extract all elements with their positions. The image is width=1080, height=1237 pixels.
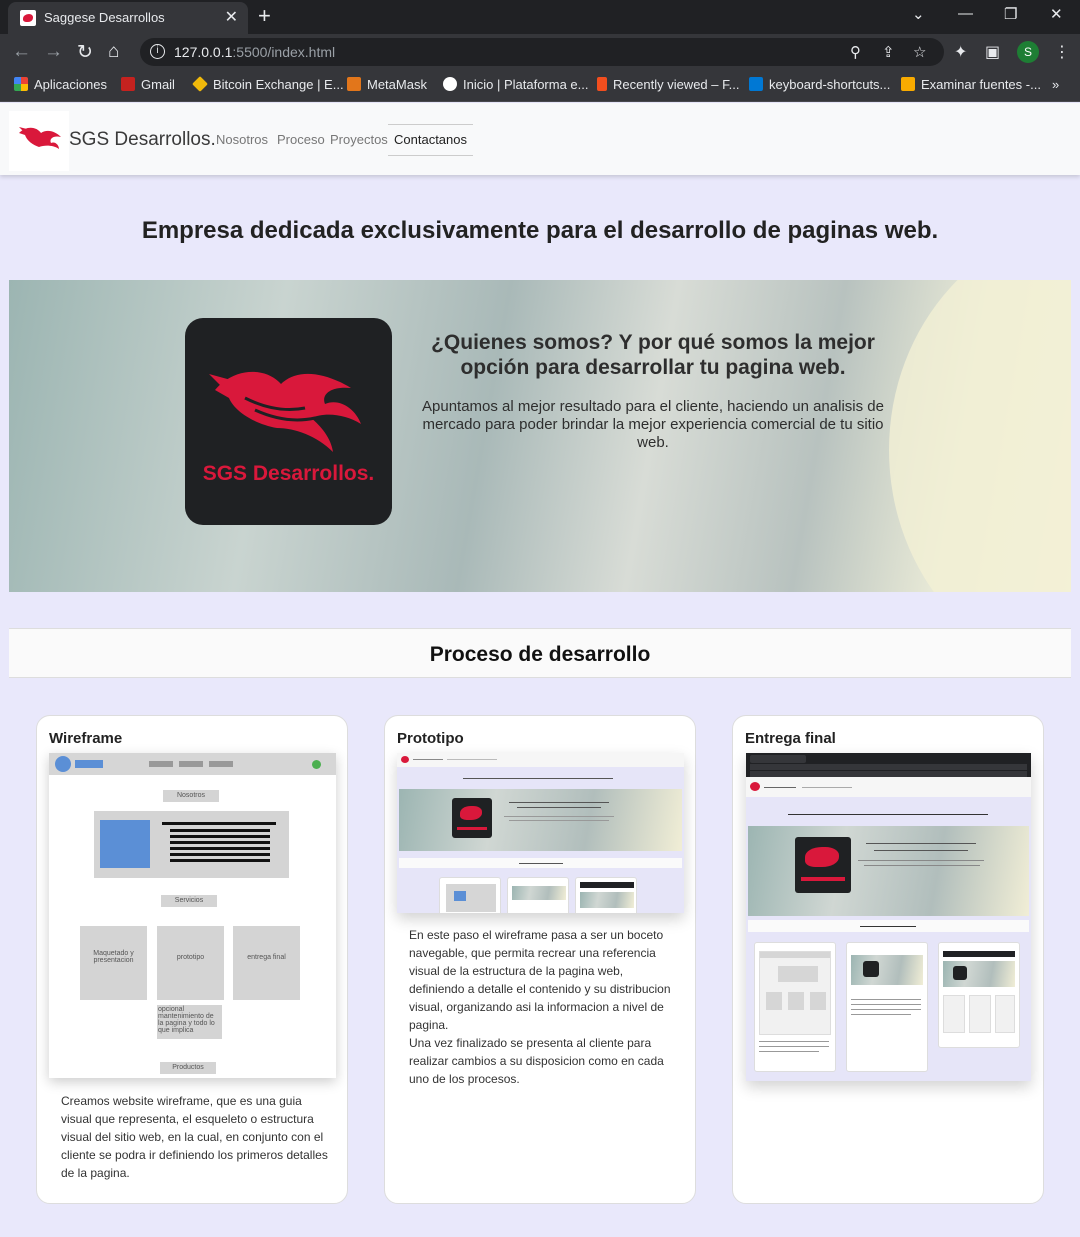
restore-button[interactable]: ❐ [1004,5,1017,23]
final-delivery-screenshot [746,753,1031,1081]
nav-link-proyectos[interactable]: Proyectos [330,132,388,147]
bookmark-item[interactable]: Recently viewed – F... [597,77,739,92]
bookmarks-bar: Aplicaciones Gmail Bitcoin Exchange | E.… [0,70,1080,102]
vscode-icon [749,77,763,91]
tab-search-icon[interactable]: ⌄ [912,5,925,23]
url-host: 127.0.0.1 [174,44,233,60]
wireframe-service-box: Maquetado y presentacion [80,926,147,1000]
site-favicon-icon [20,10,36,26]
hero-description: Apuntamos al mejor resultado para el cli… [422,398,884,451]
zoom-icon[interactable]: ⚲ [850,43,861,61]
url-path: :5500/index.html [232,44,336,60]
wireframe-image: Nosotros Servicios Maquetado y presentac… [49,753,336,1078]
card-title: Prototipo [397,730,464,747]
close-tab-icon[interactable]: ✕ [225,7,238,27]
card-description: Creamos website wireframe, que es una gu… [61,1094,328,1180]
card-entrega-final: Entrega final [732,715,1044,1204]
process-title: Proceso de desarrollo [429,643,651,666]
minimize-button[interactable]: — [958,5,973,22]
wireframe-label: Productos [160,1062,216,1074]
address-bar[interactable]: i 127.0.0.1:5500/index.html ⚲ ⇪ ☆ [140,38,944,66]
wireframe-label: Nosotros [163,790,219,802]
card-description: En este paso el wireframe pasa a ser un … [409,928,671,1086]
reload-icon[interactable]: ↻ [77,41,93,64]
wireframe-label: Servicios [161,895,217,907]
browser-tab[interactable]: Saggese Desarrollos ✕ [8,2,248,34]
forward-icon[interactable]: → [44,41,63,63]
home-icon[interactable]: ⌂ [108,41,119,63]
site-navbar: SGS Desarrollos. Nosotros Proceso Proyec… [0,103,1080,175]
bookmark-star-icon[interactable]: ☆ [913,43,926,61]
bookmarks-overflow-button[interactable]: » [1052,77,1059,92]
hero-logo: SGS Desarrollos. [185,318,392,525]
side-panel-icon[interactable]: ▣ [985,42,1000,62]
metamask-icon [347,77,361,91]
wireframe-service-box: entrega final [233,926,300,1000]
phoenix-logo-icon [209,371,361,452]
brand-name[interactable]: SGS Desarrollos. [69,129,216,151]
card-wireframe: Wireframe Nosotros Servicios Maquetado y… [36,715,348,1204]
url-text: 127.0.0.1:5500/index.html [174,44,335,60]
nav-link-nosotros[interactable]: Nosotros [216,132,268,147]
wireframe-header [49,753,336,775]
gmail-icon [121,77,135,91]
prototype-screenshot [397,753,684,913]
new-tab-button[interactable]: + [258,3,271,29]
back-icon[interactable]: ← [12,41,31,63]
page-headline: Empresa dedicada exclusivamente para el … [141,217,939,244]
process-header: Proceso de desarrollo [9,628,1071,678]
close-window-button[interactable]: ✕ [1050,5,1063,23]
hero-section: SGS Desarrollos. ¿Quienes somos? Y por q… [9,280,1071,592]
wireframe-service-box: prototipo [157,926,224,1000]
tab-title: Saggese Desarrollos [44,10,165,25]
site-info-icon[interactable]: i [150,44,165,59]
bookmark-item[interactable]: Bitcoin Exchange | E... [192,76,344,92]
bookmark-item[interactable]: Inicio | Plataforma e... [443,77,589,92]
card-title: Wireframe [49,730,123,747]
apps-grid-icon [14,77,28,91]
phoenix-logo-icon [19,127,61,149]
hero-logo-text: SGS Desarrollos. [202,462,375,485]
platform-icon [443,77,457,91]
share-icon[interactable]: ⇪ [882,43,895,61]
bookmark-item[interactable]: Examinar fuentes -... [901,77,1041,92]
figma-icon [597,77,607,91]
bookmark-item[interactable]: MetaMask [347,77,427,92]
bookmark-item[interactable]: Aplicaciones [14,77,107,92]
brand-logo[interactable] [9,111,69,171]
wireframe-about-block [94,811,289,878]
wireframe-optional-box: opcional mantenimiento de la pagina y to… [157,1005,222,1039]
menu-icon[interactable]: ⋮ [1054,42,1070,62]
hero-title: ¿Quienes somos? Y por qué somos la mejor… [431,331,875,379]
nav-link-proceso[interactable]: Proceso [277,132,325,147]
browser-tab-strip: Saggese Desarrollos ✕ + ⌄ — ❐ ✕ [0,0,1080,34]
card-prototipo: Prototipo En este paso el wireframe pasa… [384,715,696,1204]
browser-toolbar: ← → ↻ ⌂ i 127.0.0.1:5500/index.html ⚲ ⇪ … [0,34,1080,70]
bookmark-item[interactable]: keyboard-shortcuts... [749,77,890,92]
hero-background-curve [889,280,1071,592]
binance-icon [192,76,208,92]
profile-avatar[interactable]: S [1017,41,1039,63]
fonts-icon [901,77,915,91]
card-title: Entrega final [745,730,836,747]
extensions-icon[interactable]: ✦ [954,42,967,62]
nav-link-contactanos[interactable]: Contactanos [388,124,473,156]
bookmark-item[interactable]: Gmail [121,77,175,92]
